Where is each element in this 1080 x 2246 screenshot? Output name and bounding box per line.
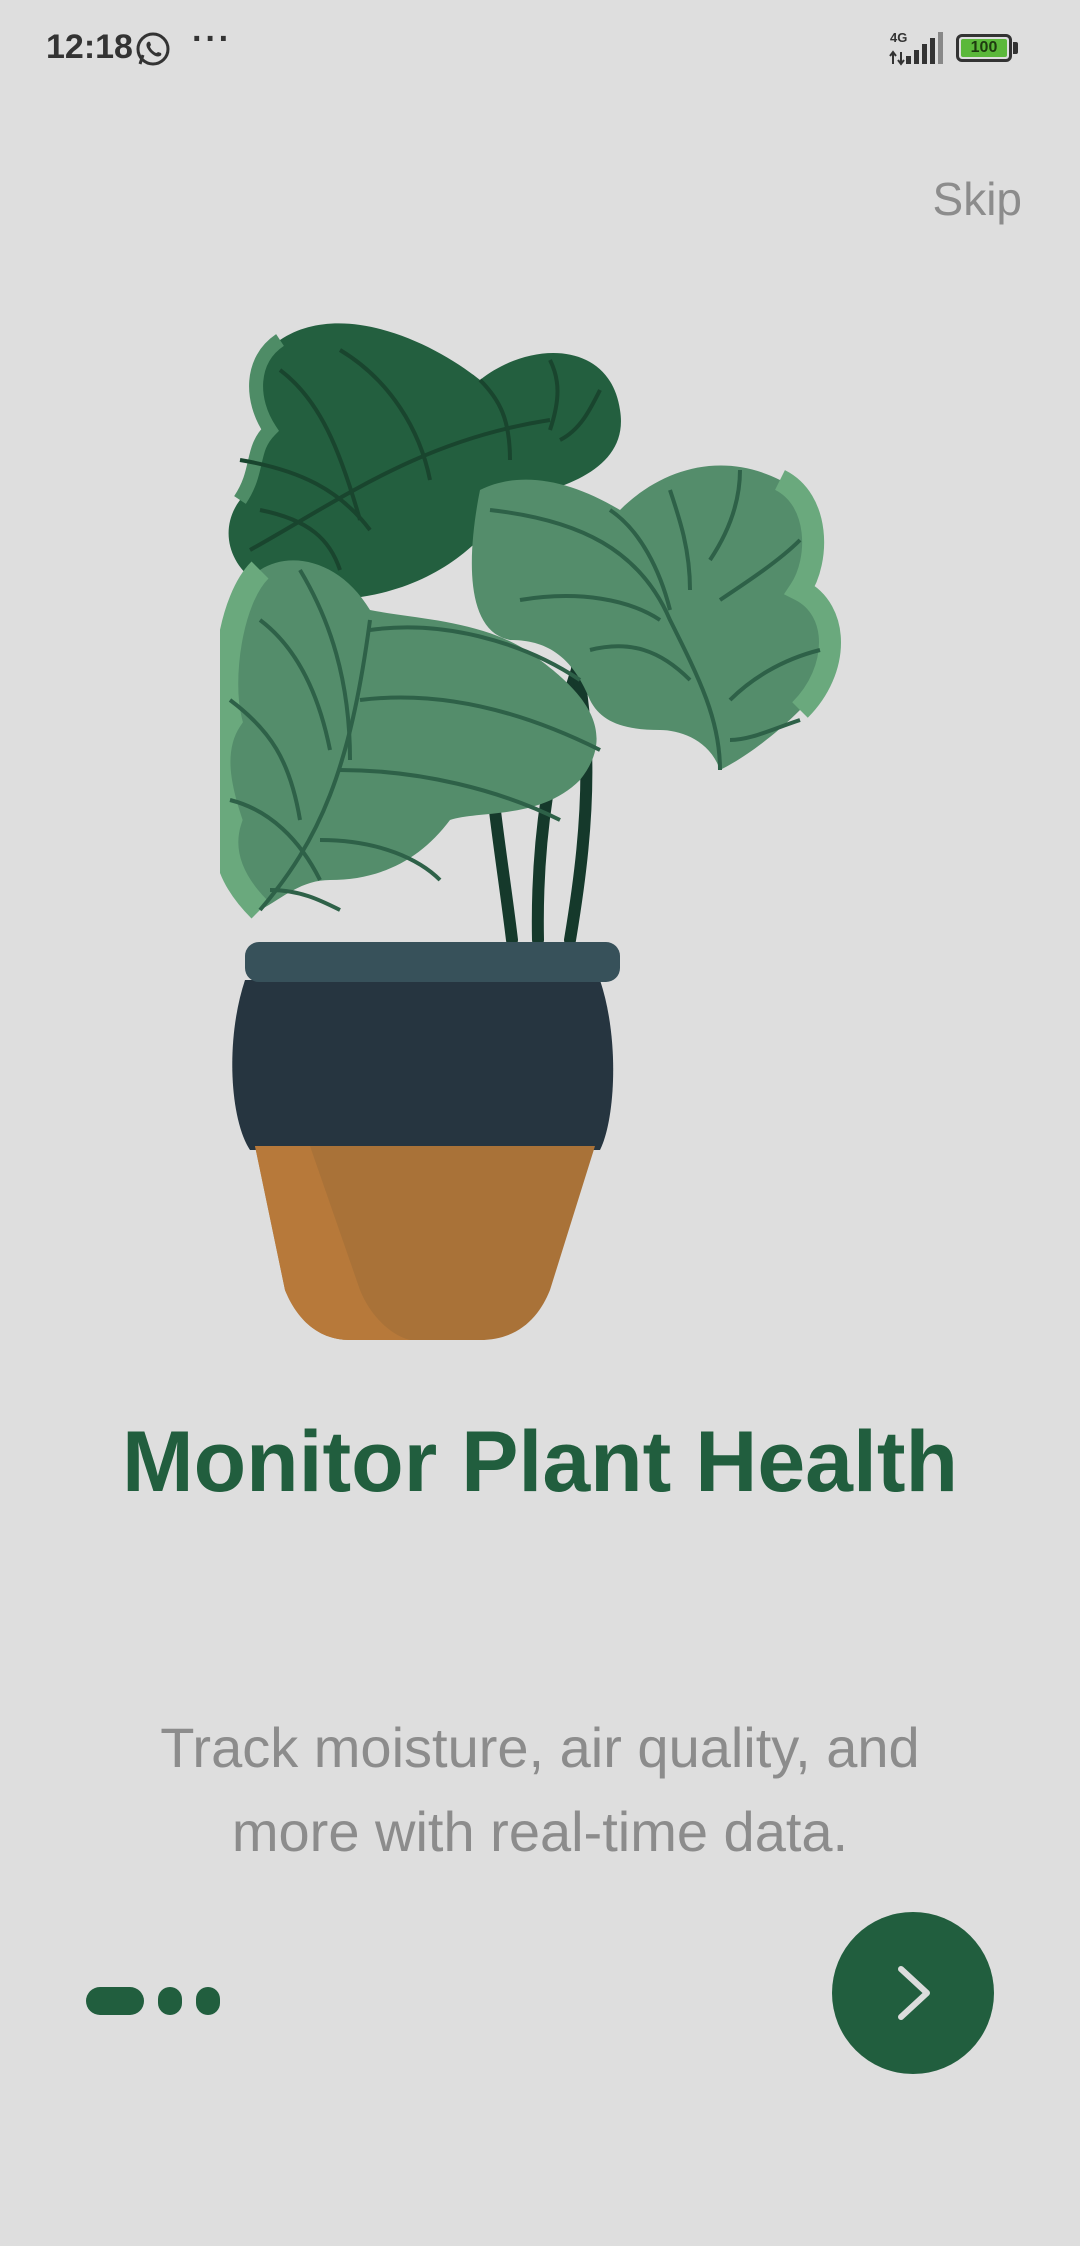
page-indicator (86, 1986, 234, 2016)
plant-pot (232, 942, 620, 1340)
page-indicator-dot (196, 1987, 220, 2015)
status-bar: 12:18 ··· 4G 100 (0, 0, 1080, 100)
onboarding-screen: 12:18 ··· 4G 100 Skip Monitor Plant Heal… (0, 0, 1080, 2246)
battery-icon: 100 (956, 34, 1012, 62)
page-indicator-dot (158, 1987, 182, 2015)
battery-tip (1013, 42, 1018, 54)
more-notifications-icon: ··· (192, 20, 232, 58)
status-time: 12:18 (46, 28, 133, 66)
next-button[interactable] (832, 1912, 994, 2074)
page-indicator-dot-active (86, 1987, 144, 2015)
potted-plant-illustration (220, 323, 841, 1340)
skip-button[interactable]: Skip (933, 172, 1022, 226)
onboarding-title: Monitor Plant Health (121, 1414, 959, 1510)
chevron-right-icon (898, 1966, 930, 2020)
battery-level: 100 (961, 39, 1007, 57)
onboarding-subtitle: Track moisture, air quality, and more wi… (160, 1716, 920, 1863)
whatsapp-icon (136, 32, 170, 66)
signal-icon (889, 32, 943, 66)
